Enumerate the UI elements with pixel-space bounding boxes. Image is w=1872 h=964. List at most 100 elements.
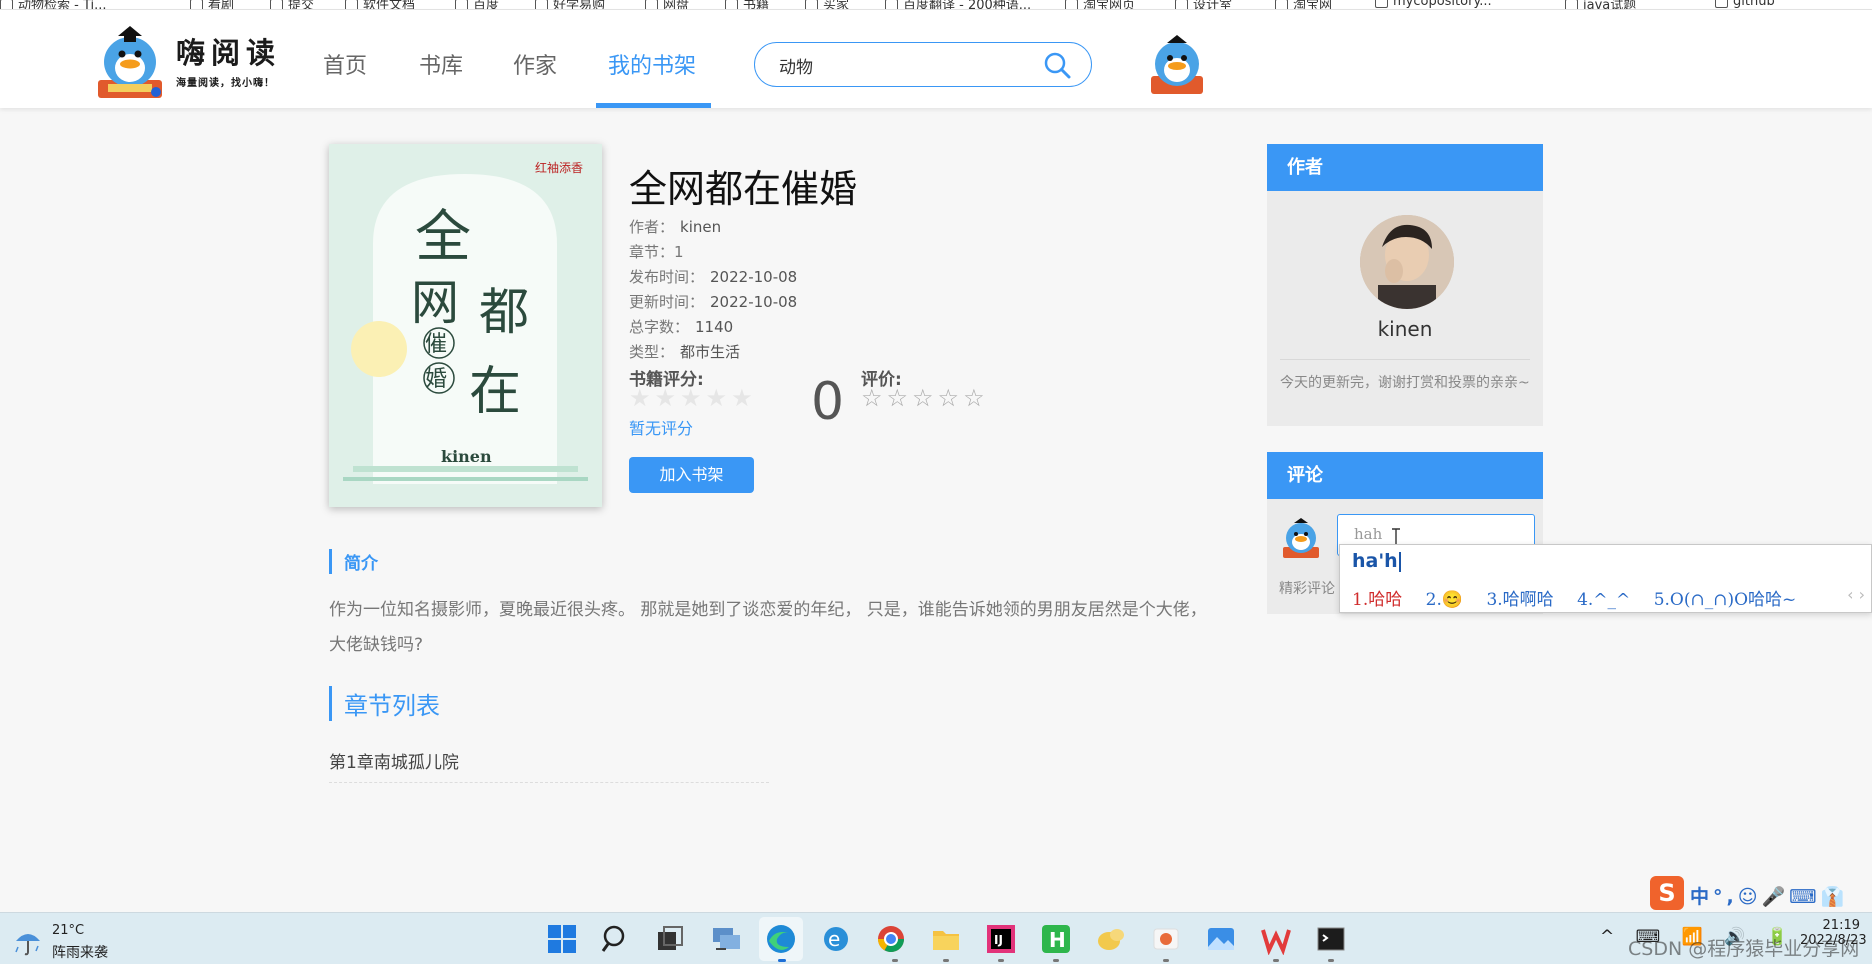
- bookmark-item[interactable]: 网盘: [645, 0, 689, 9]
- clock-time: 21:19: [1822, 918, 1860, 933]
- site-logo[interactable]: 嗨阅读 海量阅读，找小嗨！: [96, 24, 286, 100]
- meta-value: 2022-10-08: [710, 293, 798, 311]
- book-rating-stars: ★★★★★: [629, 384, 757, 412]
- hbuilder-icon[interactable]: H: [1040, 923, 1072, 955]
- comment-panel-header: 评论: [1267, 452, 1543, 499]
- ime-pinyin: ha'h: [1352, 550, 1401, 572]
- nav-active-indicator: [596, 103, 711, 108]
- edge-browser-active[interactable]: [759, 917, 803, 961]
- meta-label: 更新时间：: [629, 293, 705, 311]
- author-avatar[interactable]: [1360, 215, 1454, 309]
- network-computer-icon[interactable]: [710, 923, 742, 955]
- user-rating-stars[interactable]: ☆☆☆☆☆: [861, 384, 989, 412]
- ime-candidates: 1.哈哈 2.😊 3.哈啊哈 4.^_^ 5.O(∩_∩)O哈哈~: [1352, 585, 1814, 610]
- meta-value: 都市生活: [680, 343, 741, 361]
- photos-icon[interactable]: [1205, 923, 1237, 955]
- ime-page-arrows[interactable]: ‹ ›: [1847, 585, 1865, 604]
- cover-title-char: 网: [411, 275, 459, 331]
- meta-value: 1140: [695, 318, 734, 336]
- search-input[interactable]: [779, 53, 1029, 77]
- bookmark-item[interactable]: 百度: [455, 0, 499, 9]
- cover-title-char: 婚: [425, 367, 447, 392]
- file-explorer-icon[interactable]: [930, 923, 962, 955]
- author-note: 今天的更新完，谢谢打赏和投票的亲亲~: [1280, 375, 1530, 391]
- browser-bookmarks-bar: 动物检索 - Ti... 看剧 提交 软件文档 百度 好学易购 网盘 书籍 买家…: [0, 0, 1872, 10]
- running-indicator: [892, 959, 898, 962]
- running-indicator: [1053, 959, 1059, 962]
- chrome-icon[interactable]: [875, 923, 907, 955]
- sogou-logo-icon[interactable]: S: [1650, 876, 1684, 910]
- book-words-meta: 总字数： 1140: [629, 316, 733, 337]
- nav-home[interactable]: 首页: [323, 48, 367, 80]
- bookmark-item[interactable]: 书籍: [725, 0, 769, 9]
- terminal-icon[interactable]: [1315, 923, 1347, 955]
- task-view-icon[interactable]: [654, 923, 686, 955]
- bookmark-item[interactable]: 淘宝网页: [1065, 0, 1135, 9]
- user-avatar[interactable]: [1147, 34, 1207, 96]
- windows-start-icon[interactable]: [546, 923, 578, 955]
- nav-writers[interactable]: 作家: [513, 48, 557, 80]
- book-genre-meta: 类型： 都市生活: [629, 341, 740, 362]
- search-icon[interactable]: [600, 923, 632, 955]
- ime-candidate[interactable]: 4.^_^: [1577, 590, 1630, 610]
- nav-my-bookshelf[interactable]: 我的书架: [608, 48, 696, 80]
- active-indicator: [778, 959, 786, 962]
- bookmark-item[interactable]: 买家: [805, 0, 849, 9]
- wps-office-icon[interactable]: [1260, 923, 1292, 955]
- bookmark-item[interactable]: 提交: [270, 0, 314, 9]
- comment-hint: 精彩评论: [1279, 581, 1335, 597]
- svg-text:IJ: IJ: [994, 933, 1003, 947]
- ime-candidate[interactable]: 1.哈哈: [1352, 590, 1402, 610]
- meta-label: 总字数：: [629, 318, 690, 336]
- ime-candidate[interactable]: 2.😊: [1426, 590, 1463, 610]
- cover-title-char: 催: [425, 332, 447, 357]
- bookmark-item[interactable]: 好学易购: [535, 0, 605, 9]
- meta-value: 1: [674, 243, 684, 261]
- meta-value: 2022-10-08: [710, 268, 798, 286]
- cover-title-char: 都: [479, 283, 529, 341]
- weather-widget[interactable]: 21°C 阵雨来袭: [12, 921, 142, 961]
- author-panel-header: 作者: [1267, 144, 1543, 191]
- intellij-idea-icon[interactable]: IJ: [985, 923, 1017, 955]
- search-box[interactable]: [754, 42, 1092, 87]
- ime-candidate[interactable]: 3.哈啊哈: [1486, 590, 1553, 610]
- bookmark-item[interactable]: java试题: [1565, 0, 1636, 9]
- search-icon[interactable]: [1043, 51, 1071, 79]
- ime-candidate-window: ha'h 1.哈哈 2.😊 3.哈啊哈 4.^_^ 5.O(∩_∩)O哈哈~ ‹…: [1339, 544, 1872, 613]
- bookmark-item[interactable]: 动物检索 - Ti...: [0, 0, 107, 9]
- ime-candidate[interactable]: 5.O(∩_∩)O哈哈~: [1654, 590, 1797, 610]
- edge-icon: [767, 925, 795, 953]
- intro-text: 作为一位知名摄影师，夏晚最近很头疼。 那就是她到了谈恋爱的年纪， 只是，谁能告诉…: [329, 600, 1207, 655]
- running-indicator: [1273, 959, 1279, 962]
- author-panel: kinen 今天的更新完，谢谢打赏和投票的亲亲~: [1267, 191, 1543, 426]
- running-indicator: [943, 959, 949, 962]
- ie-browser-icon[interactable]: e: [820, 923, 852, 955]
- running-indicator: [998, 959, 1004, 962]
- nav-library[interactable]: 书库: [419, 48, 463, 80]
- book-author[interactable]: kinen: [680, 218, 721, 236]
- book-cover: 红袖添香 全 网 都 在 催 婚 kinen: [329, 144, 602, 507]
- meta-label: 发布时间：: [629, 268, 705, 286]
- svg-text:e: e: [828, 927, 840, 951]
- cover-publisher: 红袖添香: [535, 160, 583, 175]
- weather-temperature: 21°C: [52, 923, 85, 938]
- author-name[interactable]: kinen: [1267, 317, 1543, 341]
- add-to-bookshelf-button[interactable]: 加入书架: [629, 457, 754, 493]
- cover-author: kinen: [441, 447, 492, 466]
- bookmark-item[interactable]: 淘宝网: [1275, 0, 1332, 9]
- bookmark-item[interactable]: 百度翻译 - 200种语...: [885, 0, 1031, 9]
- bookmark-item[interactable]: mycopository...: [1375, 0, 1492, 9]
- author-photo: [1360, 215, 1454, 309]
- cover-title-char: 全: [415, 205, 471, 270]
- no-rating-text: 暂无评分: [629, 419, 694, 438]
- bookmark-item[interactable]: github: [1715, 0, 1775, 9]
- presentation-app-icon[interactable]: [1150, 923, 1182, 955]
- bookmark-item[interactable]: 软件文档: [345, 0, 415, 9]
- meta-label: 章节：: [629, 243, 675, 261]
- bookmark-item[interactable]: 设计室: [1175, 0, 1232, 9]
- chapter-link[interactable]: 第1章南城孤儿院: [329, 748, 769, 783]
- cover-title-char: 在: [469, 362, 521, 422]
- app-yellow-icon[interactable]: [1095, 923, 1127, 955]
- bookmark-item[interactable]: 看剧: [190, 0, 234, 9]
- ime-toolbar-items[interactable]: 中°,☺🎤⌨👔: [1690, 882, 1848, 909]
